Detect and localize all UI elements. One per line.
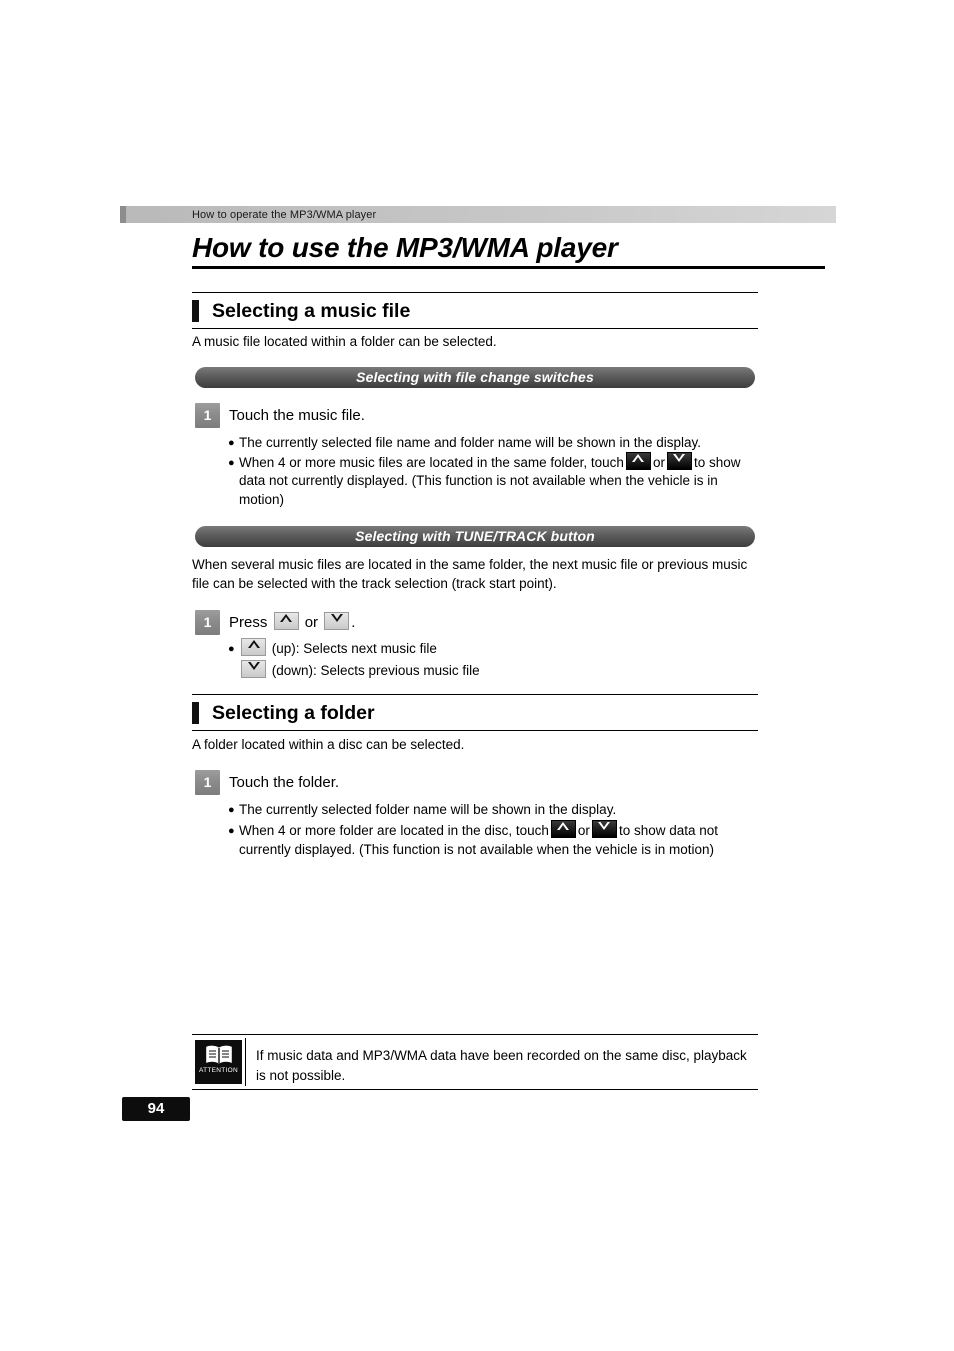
list-item-text: When 4 or more music files are located i…	[239, 455, 624, 470]
section-rule-top	[192, 694, 758, 695]
running-header-accent	[120, 206, 126, 223]
list-item-tail: to show	[693, 455, 741, 470]
list-item: ● The currently selected file name and fo…	[228, 433, 758, 453]
note-text-line-2: is not possible.	[256, 1068, 346, 1083]
subsection-pill-file-change-switches: Selecting with file change switches	[195, 367, 755, 388]
list-item-tail: to show data not	[618, 823, 719, 838]
chevron-up-icon[interactable]	[241, 638, 266, 656]
note-text: If music data and MP3/WMA data have been…	[256, 1046, 756, 1086]
chevron-up-icon[interactable]	[273, 612, 299, 630]
section-rule-bottom	[192, 328, 758, 329]
step-text-mid: or	[304, 614, 319, 631]
section-music-file: Selecting a music file	[192, 292, 758, 329]
list-item: ● (up): Selects next music file	[228, 638, 728, 659]
step-number: 1	[195, 403, 220, 428]
list-item-text: (down): Selects previous music file	[271, 663, 480, 678]
step-number: 1	[195, 610, 220, 635]
manual-page: How to operate the MP3/WMA player How to…	[0, 0, 954, 1351]
subsection-pill-tune-track-button: Selecting with TUNE/TRACK button	[195, 526, 755, 547]
bullet-dot: ●	[228, 643, 235, 655]
chevron-down-icon[interactable]	[591, 820, 617, 838]
note-divider	[245, 1038, 246, 1086]
page-title: How to use the MP3/WMA player	[192, 232, 618, 263]
list-item-text: (up): Selects next music file	[271, 641, 437, 656]
note-text-line-1: If music data and MP3/WMA data have been…	[256, 1048, 747, 1063]
chevron-up-icon[interactable]	[550, 820, 576, 838]
chevron-down-icon[interactable]	[241, 660, 266, 678]
section-rule-bottom	[192, 730, 758, 731]
subsection-intro-line-2: file can be selected with the track sele…	[192, 576, 557, 591]
chevron-down-icon[interactable]	[666, 452, 692, 470]
list-item: ● (down): Selects previous music file	[228, 660, 728, 681]
list-item-text: When 4 or more folder are located in the…	[239, 823, 549, 838]
list-item-continuation: motion)	[239, 492, 285, 507]
section-heading: Selecting a folder	[192, 699, 758, 727]
note-rule-top	[192, 1034, 758, 1035]
step-text-pre: Press	[229, 614, 268, 631]
page-number: 94	[122, 1097, 190, 1121]
list-item: ● The currently selected folder name will…	[228, 800, 758, 820]
step-text: Touch the folder.	[229, 774, 340, 791]
book-icon: ATTENTION	[195, 1040, 242, 1084]
step-text: Press or .	[229, 612, 529, 634]
note-icon-label: ATTENTION	[198, 1067, 239, 1074]
running-header-text: How to operate the MP3/WMA player	[192, 209, 377, 221]
list-item: ● When 4 or more folder are located in th…	[228, 820, 762, 841]
list-item-continuation: currently displayed. (This function is n…	[239, 842, 714, 857]
step-number: 1	[195, 770, 220, 795]
note-rule-bottom	[192, 1089, 758, 1090]
step-text-post: .	[351, 614, 356, 631]
section-heading: Selecting a music file	[192, 297, 758, 325]
list-item-text: The currently selected file name and fol…	[239, 435, 701, 450]
section-rule-top	[192, 292, 758, 293]
section-intro-text: A music file located within a folder can…	[192, 334, 497, 349]
bullet-dot: ●	[228, 457, 235, 469]
section-folder: Selecting a folder	[192, 694, 758, 731]
bullet-dot: ●	[228, 825, 235, 837]
chevron-up-icon[interactable]	[625, 452, 651, 470]
list-item-conjunction: or	[652, 455, 665, 470]
list-item-continuation: data not currently displayed. (This func…	[239, 473, 718, 488]
list-item-conjunction: or	[577, 823, 590, 838]
section-intro-text: A folder located within a disc can be se…	[192, 737, 465, 752]
list-item-text: The currently selected folder name will …	[239, 802, 617, 817]
bullet-dot: ●	[228, 437, 235, 449]
step-text: Touch the music file.	[229, 407, 365, 424]
title-rule	[192, 266, 825, 269]
bullet-dot: ●	[228, 804, 235, 816]
list-item: ● When 4 or more music files are located …	[228, 452, 760, 473]
subsection-intro-line-1: When several music files are located in …	[192, 557, 748, 572]
chevron-down-icon[interactable]	[324, 612, 350, 630]
